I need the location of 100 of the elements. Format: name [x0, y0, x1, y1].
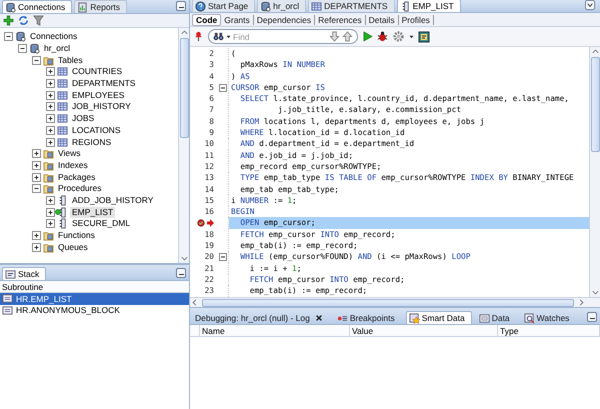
add-icon[interactable] — [3, 15, 14, 26]
table-icon — [311, 0, 322, 12]
expand-icon[interactable] — [32, 231, 41, 240]
tree-item[interactable]: Tables — [56, 54, 85, 66]
collapse-icon[interactable] — [18, 44, 27, 54]
minimize-button[interactable] — [176, 1, 186, 11]
stack-row[interactable]: HR.ANONYMOUS_BLOCK — [0, 304, 189, 316]
expand-icon[interactable] — [32, 149, 41, 158]
refresh-icon[interactable] — [18, 15, 29, 26]
stack-row[interactable]: HR.EMP_LIST — [0, 293, 189, 304]
tab[interactable]: Grants — [221, 14, 254, 24]
scrollbar[interactable] — [190, 297, 600, 307]
collapse-icon[interactable] — [32, 184, 41, 194]
collapse-icon[interactable] — [218, 84, 226, 92]
scroll-down-icon[interactable] — [180, 255, 188, 263]
tree-item[interactable]: REGIONS — [70, 136, 114, 148]
tab[interactable]: Start Page — [192, 0, 256, 12]
tree-item[interactable]: Packages — [56, 172, 98, 183]
table-icon — [57, 136, 68, 148]
collapse-icon[interactable] — [4, 32, 13, 42]
tab[interactable]: Reports — [74, 0, 128, 13]
find-next-icon[interactable] — [329, 31, 340, 42]
scroll-left-icon[interactable] — [190, 298, 198, 307]
tab[interactable]: Details — [366, 14, 399, 24]
tab[interactable]: Profiles — [398, 14, 434, 24]
minimize-button[interactable] — [587, 312, 597, 322]
tree-item[interactable]: LOCATIONS — [70, 124, 122, 136]
expand-icon[interactable] — [46, 138, 55, 147]
expand-icon[interactable] — [46, 208, 55, 217]
table-icon — [57, 78, 68, 90]
collapse-icon[interactable] — [218, 252, 226, 261]
tree-item[interactable]: Procedures — [56, 183, 104, 194]
tab-list-icon[interactable] — [585, 0, 596, 11]
tab[interactable]: Watches — [520, 311, 576, 324]
expand-icon[interactable] — [46, 102, 55, 112]
tab[interactable]: Connections — [2, 0, 72, 13]
caret-icon[interactable] — [409, 34, 414, 38]
bug-icon[interactable] — [377, 31, 388, 42]
expand-icon[interactable] — [46, 126, 55, 135]
tab[interactable]: Stack — [2, 267, 46, 280]
expand-icon[interactable] — [46, 90, 55, 100]
tab[interactable]: Smart Data — [406, 311, 472, 324]
tree-item[interactable]: Queues — [56, 242, 90, 253]
watch-icon — [524, 312, 535, 324]
procedure-icon — [57, 218, 68, 230]
tab[interactable]: Breakpoints — [334, 311, 402, 324]
tree-item[interactable]: hr_orcl — [42, 43, 72, 54]
folder-icon — [43, 183, 54, 194]
tree-item[interactable]: Functions — [56, 230, 97, 242]
tree-item[interactable]: JOB_HISTORY — [70, 101, 133, 112]
close-icon[interactable] — [314, 314, 323, 322]
tree-item[interactable]: Views — [56, 148, 83, 160]
expand-icon[interactable] — [46, 114, 55, 124]
caret-icon[interactable] — [226, 34, 231, 38]
tree-item[interactable]: EMPLOYEES — [70, 90, 126, 101]
pin-icon[interactable] — [193, 31, 204, 42]
folder-icon — [43, 54, 54, 66]
tree-item[interactable]: Indexes — [56, 160, 90, 171]
expand-icon[interactable] — [32, 172, 41, 182]
find-previous-icon[interactable] — [342, 31, 353, 42]
minimize-button[interactable] — [176, 268, 186, 278]
expand-icon[interactable] — [46, 67, 55, 76]
expand-icon[interactable] — [46, 219, 55, 228]
expand-icon[interactable] — [32, 160, 41, 170]
table-icon — [57, 101, 68, 112]
collapse-icon[interactable] — [32, 56, 41, 65]
tree-item[interactable]: JOBS — [70, 113, 96, 124]
tab[interactable]: Data — [476, 311, 517, 324]
scrollbar[interactable] — [178, 28, 189, 263]
tab[interactable]: EMP_LIST — [396, 0, 461, 12]
binoculars-icon[interactable] — [213, 31, 224, 42]
scroll-down-icon[interactable] — [590, 289, 600, 297]
stack-icon — [5, 268, 16, 280]
tab[interactable]: Code — [192, 14, 222, 26]
tree-item[interactable]: COUNTRIES — [70, 66, 124, 78]
folder-icon — [43, 148, 54, 160]
expand-icon[interactable] — [32, 242, 41, 252]
run-icon[interactable] — [362, 31, 373, 42]
breakpoint-icon[interactable] — [197, 219, 205, 228]
search-field[interactable]: Find — [208, 29, 358, 44]
tree-item[interactable]: DEPARTMENTS — [70, 78, 138, 90]
tab[interactable]: Debugging: hr_orcl (null) - Log — [192, 311, 330, 324]
expand-icon[interactable] — [46, 79, 55, 88]
table-icon — [57, 124, 68, 136]
tree-item[interactable]: ADD_JOB_HISTORY — [70, 194, 156, 206]
folder-icon — [43, 242, 54, 253]
scroll-up-icon[interactable] — [180, 28, 188, 36]
scroll-right-icon[interactable] — [578, 298, 586, 307]
scrollbar[interactable] — [589, 47, 600, 297]
scroll-up-icon[interactable] — [590, 47, 600, 55]
gear-icon[interactable] — [392, 30, 405, 43]
tab[interactable]: Dependencies — [254, 14, 316, 24]
tab[interactable]: hr_orcl — [257, 0, 306, 12]
tab[interactable]: References — [315, 14, 366, 24]
tab[interactable]: DEPARTMENTS — [308, 0, 395, 12]
tree-item[interactable]: Connections — [28, 31, 80, 42]
expand-icon[interactable] — [46, 196, 55, 205]
find-input[interactable]: Find — [233, 32, 327, 42]
tree-item[interactable]: SECURE_DML — [70, 218, 132, 230]
tree-item[interactable]: EMP_LIST — [70, 206, 116, 218]
